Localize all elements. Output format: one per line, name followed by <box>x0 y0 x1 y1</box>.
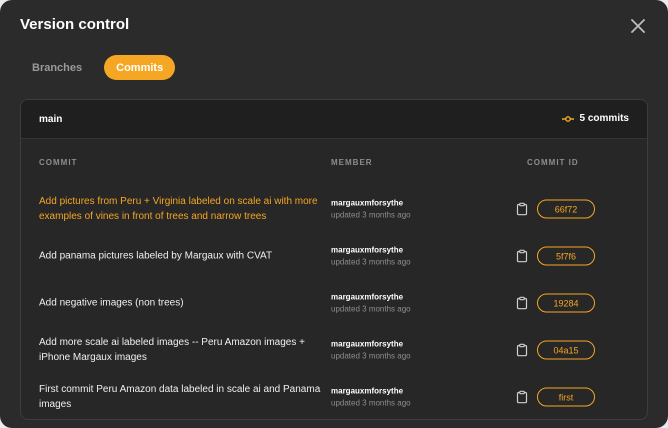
commit-message[interactable]: First commit Peru Amazon data labeled in… <box>39 382 329 412</box>
commit-icon <box>561 115 574 122</box>
clipboard-icon <box>516 249 528 263</box>
commits-panel: main 5 commits COMMIT MEMBER COMMIT ID A… <box>20 99 648 420</box>
member-name: margauxmforsythe <box>331 386 404 396</box>
member-cell: margauxmforsythe updated 3 months ago <box>331 387 411 408</box>
copy-button[interactable] <box>516 249 528 263</box>
member-cell: margauxmforsythe updated 3 months ago <box>331 293 411 314</box>
clipboard-icon <box>516 296 528 310</box>
close-icon <box>631 19 645 33</box>
table-row: Add negative images (non trees) margauxm… <box>21 280 647 326</box>
column-header-member: MEMBER <box>331 158 373 167</box>
version-control-dialog: Version control Branches Commits main 5 … <box>0 0 668 428</box>
commit-message[interactable]: Add pictures from Peru + Virginia labele… <box>39 194 329 224</box>
commit-message[interactable]: Add more scale ai labeled images -- Peru… <box>39 335 329 365</box>
column-header-commit-id: COMMIT ID <box>527 158 579 167</box>
tab-commits[interactable]: Commits <box>104 55 176 80</box>
table-row: Add panama pictures labeled by Margaux w… <box>21 233 647 279</box>
copy-button[interactable] <box>516 343 528 357</box>
commit-count-label: 5 commits <box>579 113 629 124</box>
clipboard-icon <box>516 343 528 357</box>
commit-count: 5 commits <box>561 113 629 124</box>
member-name: margauxmforsythe <box>331 198 404 208</box>
updated-time: updated 3 months ago <box>331 351 411 361</box>
updated-time: updated 3 months ago <box>331 210 411 220</box>
commit-id-badge[interactable]: 66f72 <box>537 199 595 219</box>
copy-button[interactable] <box>516 202 528 216</box>
updated-time: updated 3 months ago <box>331 257 411 267</box>
member-cell: margauxmforsythe updated 3 months ago <box>331 199 411 220</box>
close-button[interactable] <box>626 14 650 38</box>
updated-time: updated 3 months ago <box>331 398 411 408</box>
commit-id-badge[interactable]: 5f7f6 <box>537 246 595 266</box>
commit-message[interactable]: Add panama pictures labeled by Margaux w… <box>39 249 329 264</box>
commit-id-badge[interactable]: first <box>537 387 595 407</box>
copy-button[interactable] <box>516 296 528 310</box>
table-row: Add more scale ai labeled images -- Peru… <box>21 327 647 373</box>
copy-button[interactable] <box>516 390 528 404</box>
branch-header: main 5 commits <box>21 100 647 139</box>
branch-name: main <box>39 114 63 125</box>
dialog-title: Version control <box>20 16 130 33</box>
updated-time: updated 3 months ago <box>331 304 411 314</box>
member-cell: margauxmforsythe updated 3 months ago <box>331 340 411 361</box>
commit-id-badge[interactable]: 19284 <box>537 293 595 313</box>
table-row: Add pictures from Peru + Virginia labele… <box>21 186 647 232</box>
clipboard-icon <box>516 390 528 404</box>
member-cell: margauxmforsythe updated 3 months ago <box>331 246 411 267</box>
table-row: First commit Peru Amazon data labeled in… <box>21 374 647 419</box>
clipboard-icon <box>516 202 528 216</box>
commit-message[interactable]: Add negative images (non trees) <box>39 296 329 311</box>
column-header-commit: COMMIT <box>39 158 78 167</box>
commit-id-badge[interactable]: 04a15 <box>537 340 595 360</box>
member-name: margauxmforsythe <box>331 245 404 255</box>
tab-branches[interactable]: Branches <box>20 55 94 80</box>
tab-bar: Branches Commits <box>20 55 176 80</box>
member-name: margauxmforsythe <box>331 292 404 302</box>
member-name: margauxmforsythe <box>331 339 404 349</box>
